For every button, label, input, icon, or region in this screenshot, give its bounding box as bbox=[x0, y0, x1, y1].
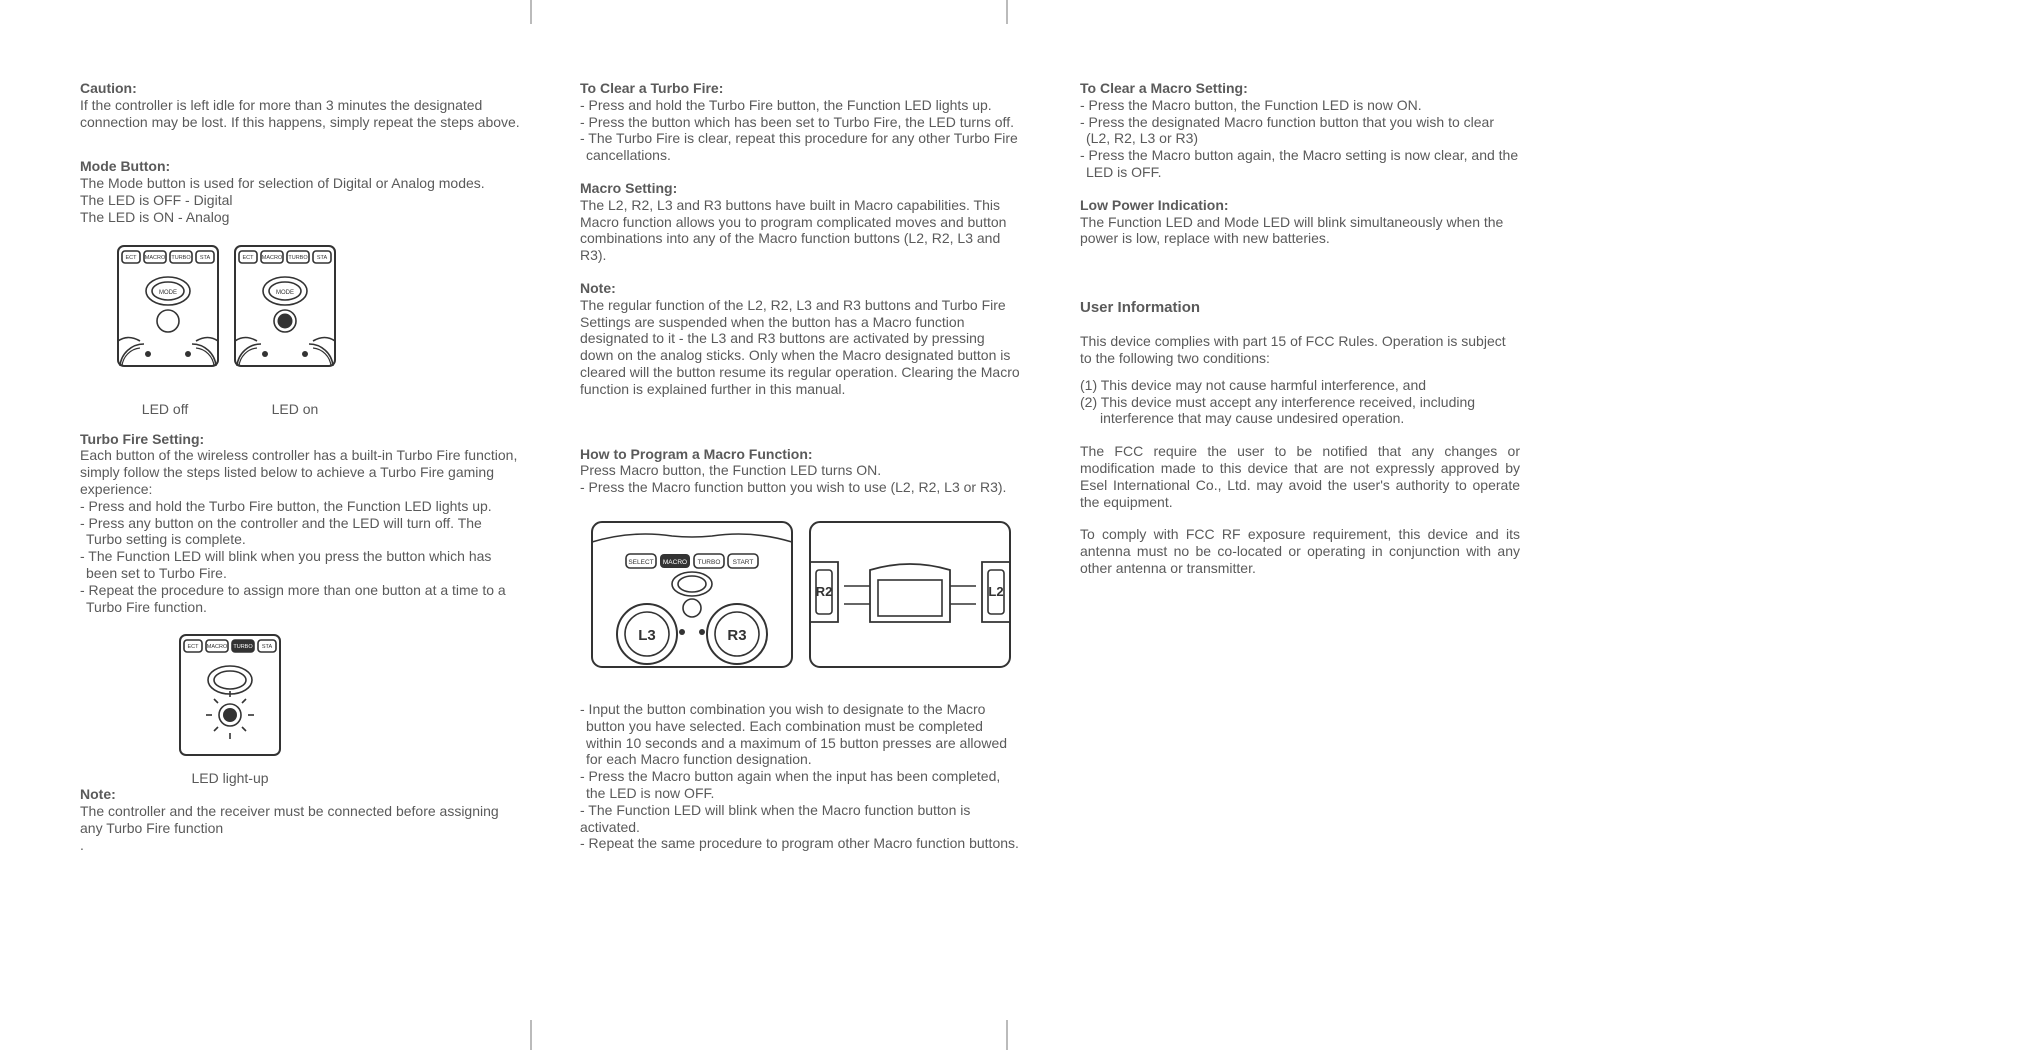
svg-text:R2: R2 bbox=[816, 584, 833, 599]
svg-text:TURBO: TURBO bbox=[698, 559, 721, 566]
mode-led-diagram: ECT MACRO TURBO STA MODE bbox=[110, 242, 520, 417]
program-macro-step-2: - Press the Macro button again when the … bbox=[586, 768, 1020, 802]
svg-text:L3: L3 bbox=[638, 627, 656, 644]
user-info-b4: The FCC require the user to be notified … bbox=[1080, 443, 1520, 510]
clear-turbo-2: - Press the button which has been set to… bbox=[580, 114, 1020, 131]
program-macro-step-0: - Press the Macro function button you wi… bbox=[580, 479, 1020, 496]
led-off-caption: LED off bbox=[110, 401, 220, 417]
user-info-b2: (1) This device may not cause harmful in… bbox=[1080, 377, 1520, 394]
clear-turbo-3: - The Turbo Fire is clear, repeat this p… bbox=[586, 130, 1020, 164]
clear-macro-heading: To Clear a Macro Setting: bbox=[1080, 80, 1520, 97]
column-3: To Clear a Macro Setting: - Press the Ma… bbox=[1080, 80, 1520, 870]
svg-text:START: START bbox=[733, 559, 754, 566]
user-info-b1: This device complies with part 15 of FCC… bbox=[1080, 333, 1520, 367]
clear-macro-3: - Press the Macro button again, the Macr… bbox=[1086, 147, 1520, 181]
caution-heading: Caution: bbox=[80, 80, 520, 97]
turbo-step-3: - The Function LED will blink when you p… bbox=[86, 548, 520, 582]
turbo-led-diagram: ECT MACRO TURBO STA bbox=[130, 631, 330, 786]
macro-note-body: The regular function of the L2, R2, L3 a… bbox=[580, 297, 1020, 398]
svg-text:TURBO: TURBO bbox=[233, 644, 253, 650]
program-macro-step-4: - Repeat the same procedure to program o… bbox=[580, 835, 1020, 852]
low-power-heading: Low Power Indication: bbox=[1080, 197, 1520, 214]
turbo-heading: Turbo Fire Setting: bbox=[80, 431, 520, 448]
crop-mark-icon bbox=[1006, 0, 1008, 24]
led-lightup-caption: LED light-up bbox=[130, 770, 330, 786]
user-info-b3: (2) This device must accept any interfer… bbox=[1100, 394, 1520, 428]
svg-text:MACRO: MACRO bbox=[663, 559, 687, 566]
crop-mark-icon bbox=[530, 1020, 532, 1050]
clear-turbo-heading: To Clear a Turbo Fire: bbox=[580, 80, 1020, 97]
user-info-b5: To comply with FCC RF exposure requireme… bbox=[1080, 526, 1520, 576]
svg-text:SELECT: SELECT bbox=[628, 559, 653, 566]
svg-text:STA: STA bbox=[262, 644, 273, 650]
led-on-caption: LED on bbox=[240, 401, 350, 417]
turbo-note-period: . bbox=[80, 837, 520, 854]
column-1: Caution: If the controller is left idle … bbox=[80, 80, 520, 870]
clear-macro-1: - Press the Macro button, the Function L… bbox=[1080, 97, 1520, 114]
program-macro-step-3: - The Function LED will blink when the M… bbox=[580, 802, 1020, 836]
turbo-step-1: - Press and hold the Turbo Fire button, … bbox=[80, 498, 520, 515]
clear-turbo-1: - Press and hold the Turbo Fire button, … bbox=[580, 97, 1020, 114]
low-power-body: The Function LED and Mode LED will blink… bbox=[1080, 214, 1520, 248]
program-macro-intro: Press Macro button, the Function LED tur… bbox=[580, 462, 1020, 479]
column-2: To Clear a Turbo Fire: - Press and hold … bbox=[580, 80, 1020, 870]
turbo-step-4: - Repeat the procedure to assign more th… bbox=[86, 582, 520, 616]
clear-macro-2: - Press the designated Macro function bu… bbox=[1086, 114, 1520, 148]
turbo-step-2: - Press any button on the controller and… bbox=[86, 515, 520, 549]
crop-mark-icon bbox=[1006, 1020, 1008, 1050]
mode-body-1: The Mode button is used for selection of… bbox=[80, 175, 520, 192]
mode-heading: Mode Button: bbox=[80, 158, 520, 175]
svg-text:R3: R3 bbox=[727, 627, 746, 644]
user-info-heading: User Information bbox=[1080, 299, 1520, 317]
turbo-intro: Each button of the wireless controller h… bbox=[80, 447, 520, 497]
program-macro-heading: How to Program a Macro Function: bbox=[580, 446, 1020, 463]
turbo-note-body: The controller and the receiver must be … bbox=[80, 803, 520, 837]
crop-mark-icon bbox=[530, 0, 532, 24]
mode-body-2: The LED is OFF - Digital bbox=[80, 192, 520, 209]
caution-body: If the controller is left idle for more … bbox=[80, 97, 520, 131]
svg-text:L2: L2 bbox=[988, 584, 1003, 599]
macro-body: The L2, R2, L3 and R3 buttons have built… bbox=[580, 197, 1020, 264]
turbo-note-heading: Note: bbox=[80, 786, 520, 803]
macro-controller-diagram: SELECT MACRO TURBO START L3 R3 bbox=[580, 512, 1020, 687]
program-macro-step-1: - Input the button combination you wish … bbox=[586, 701, 1020, 768]
svg-text:MACRO: MACRO bbox=[207, 644, 228, 650]
macro-heading: Macro Setting: bbox=[580, 180, 1020, 197]
mode-body-3: The LED is ON - Analog bbox=[80, 209, 520, 226]
svg-text:ECT: ECT bbox=[188, 644, 200, 650]
macro-note-heading: Note: bbox=[580, 280, 1020, 297]
